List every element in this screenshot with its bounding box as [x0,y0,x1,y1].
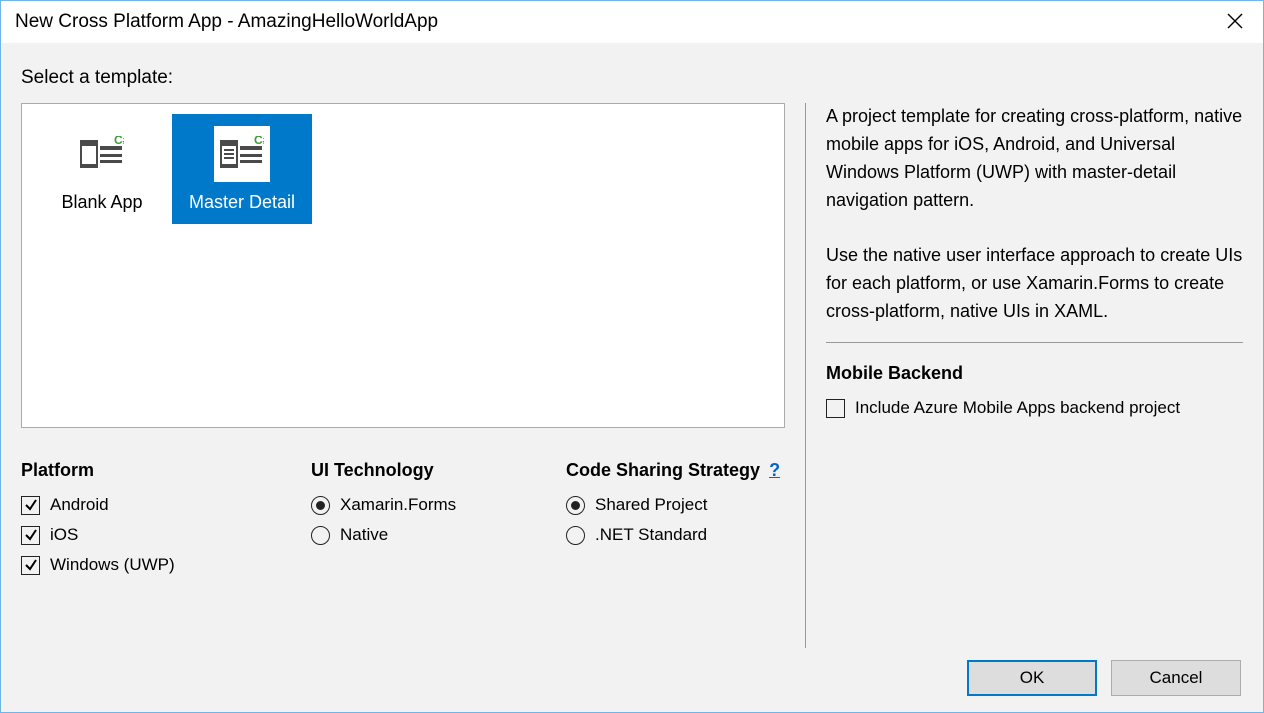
platform-group: Platform Android iOS [21,460,271,585]
divider [826,342,1243,343]
radio-net-standard[interactable]: .NET Standard [566,525,781,545]
dialog-title: New Cross Platform App - AmazingHelloWor… [15,11,438,33]
radio-native[interactable]: Native [311,525,526,545]
radio-label: Shared Project [595,495,707,515]
checkbox-android[interactable]: Android [21,495,271,515]
svg-text:C#: C# [254,136,264,147]
radio-icon [566,496,585,515]
ui-tech-group: UI Technology Xamarin.Forms Native [311,460,526,585]
template-prompt: Select a template: [11,53,1253,103]
platform-heading: Platform [21,460,271,481]
right-column: A project template for creating cross-pl… [805,103,1243,648]
radio-xamarin-forms[interactable]: Xamarin.Forms [311,495,526,515]
code-sharing-heading: Code Sharing Strategy ? [566,460,781,481]
left-column: C# Blank App [21,103,785,648]
radio-icon [311,496,330,515]
checkbox-icon [21,526,40,545]
template-list: C# Blank App [21,103,785,428]
code-sharing-group: Code Sharing Strategy ? Shared Project .… [566,460,781,585]
body-area: C# Blank App [11,103,1253,648]
dialog-footer: OK Cancel [11,648,1253,696]
blank-app-icon: C# [74,126,130,182]
ok-button[interactable]: OK [967,660,1097,696]
radio-icon [566,526,585,545]
backend-heading: Mobile Backend [826,363,1243,384]
code-sharing-heading-text: Code Sharing Strategy [566,460,760,480]
checkbox-label: iOS [50,525,78,545]
code-sharing-help-link[interactable]: ? [769,460,780,480]
checkbox-label: Windows (UWP) [50,555,175,575]
radio-label: Native [340,525,388,545]
checkbox-ios[interactable]: iOS [21,525,271,545]
ui-tech-heading: UI Technology [311,460,526,481]
template-description: A project template for creating cross-pl… [826,103,1243,326]
options-area: Platform Android iOS [21,460,785,585]
checkbox-azure-backend[interactable]: Include Azure Mobile Apps backend projec… [826,398,1243,418]
template-label: Blank App [61,192,142,213]
template-master-detail[interactable]: C# Master Detail [172,114,312,224]
checkbox-windows-uwp[interactable]: Windows (UWP) [21,555,271,575]
close-icon [1227,13,1243,29]
checkbox-label: Include Azure Mobile Apps backend projec… [855,398,1180,418]
close-button[interactable] [1225,11,1245,31]
template-blank-app[interactable]: C# Blank App [32,114,172,224]
radio-shared-project[interactable]: Shared Project [566,495,781,515]
checkbox-icon [21,496,40,515]
master-detail-icon: C# [214,126,270,182]
template-label: Master Detail [189,192,295,213]
radio-label: Xamarin.Forms [340,495,456,515]
cancel-button[interactable]: Cancel [1111,660,1241,696]
checkbox-icon [21,556,40,575]
radio-icon [311,526,330,545]
checkbox-label: Android [50,495,109,515]
backend-group: Mobile Backend Include Azure Mobile Apps… [826,363,1243,428]
titlebar: New Cross Platform App - AmazingHelloWor… [1,1,1263,43]
dialog-window: New Cross Platform App - AmazingHelloWor… [0,0,1264,713]
svg-text:C#: C# [114,136,124,147]
client-area: Select a template: C# [1,43,1263,712]
checkbox-icon [826,399,845,418]
radio-label: .NET Standard [595,525,707,545]
